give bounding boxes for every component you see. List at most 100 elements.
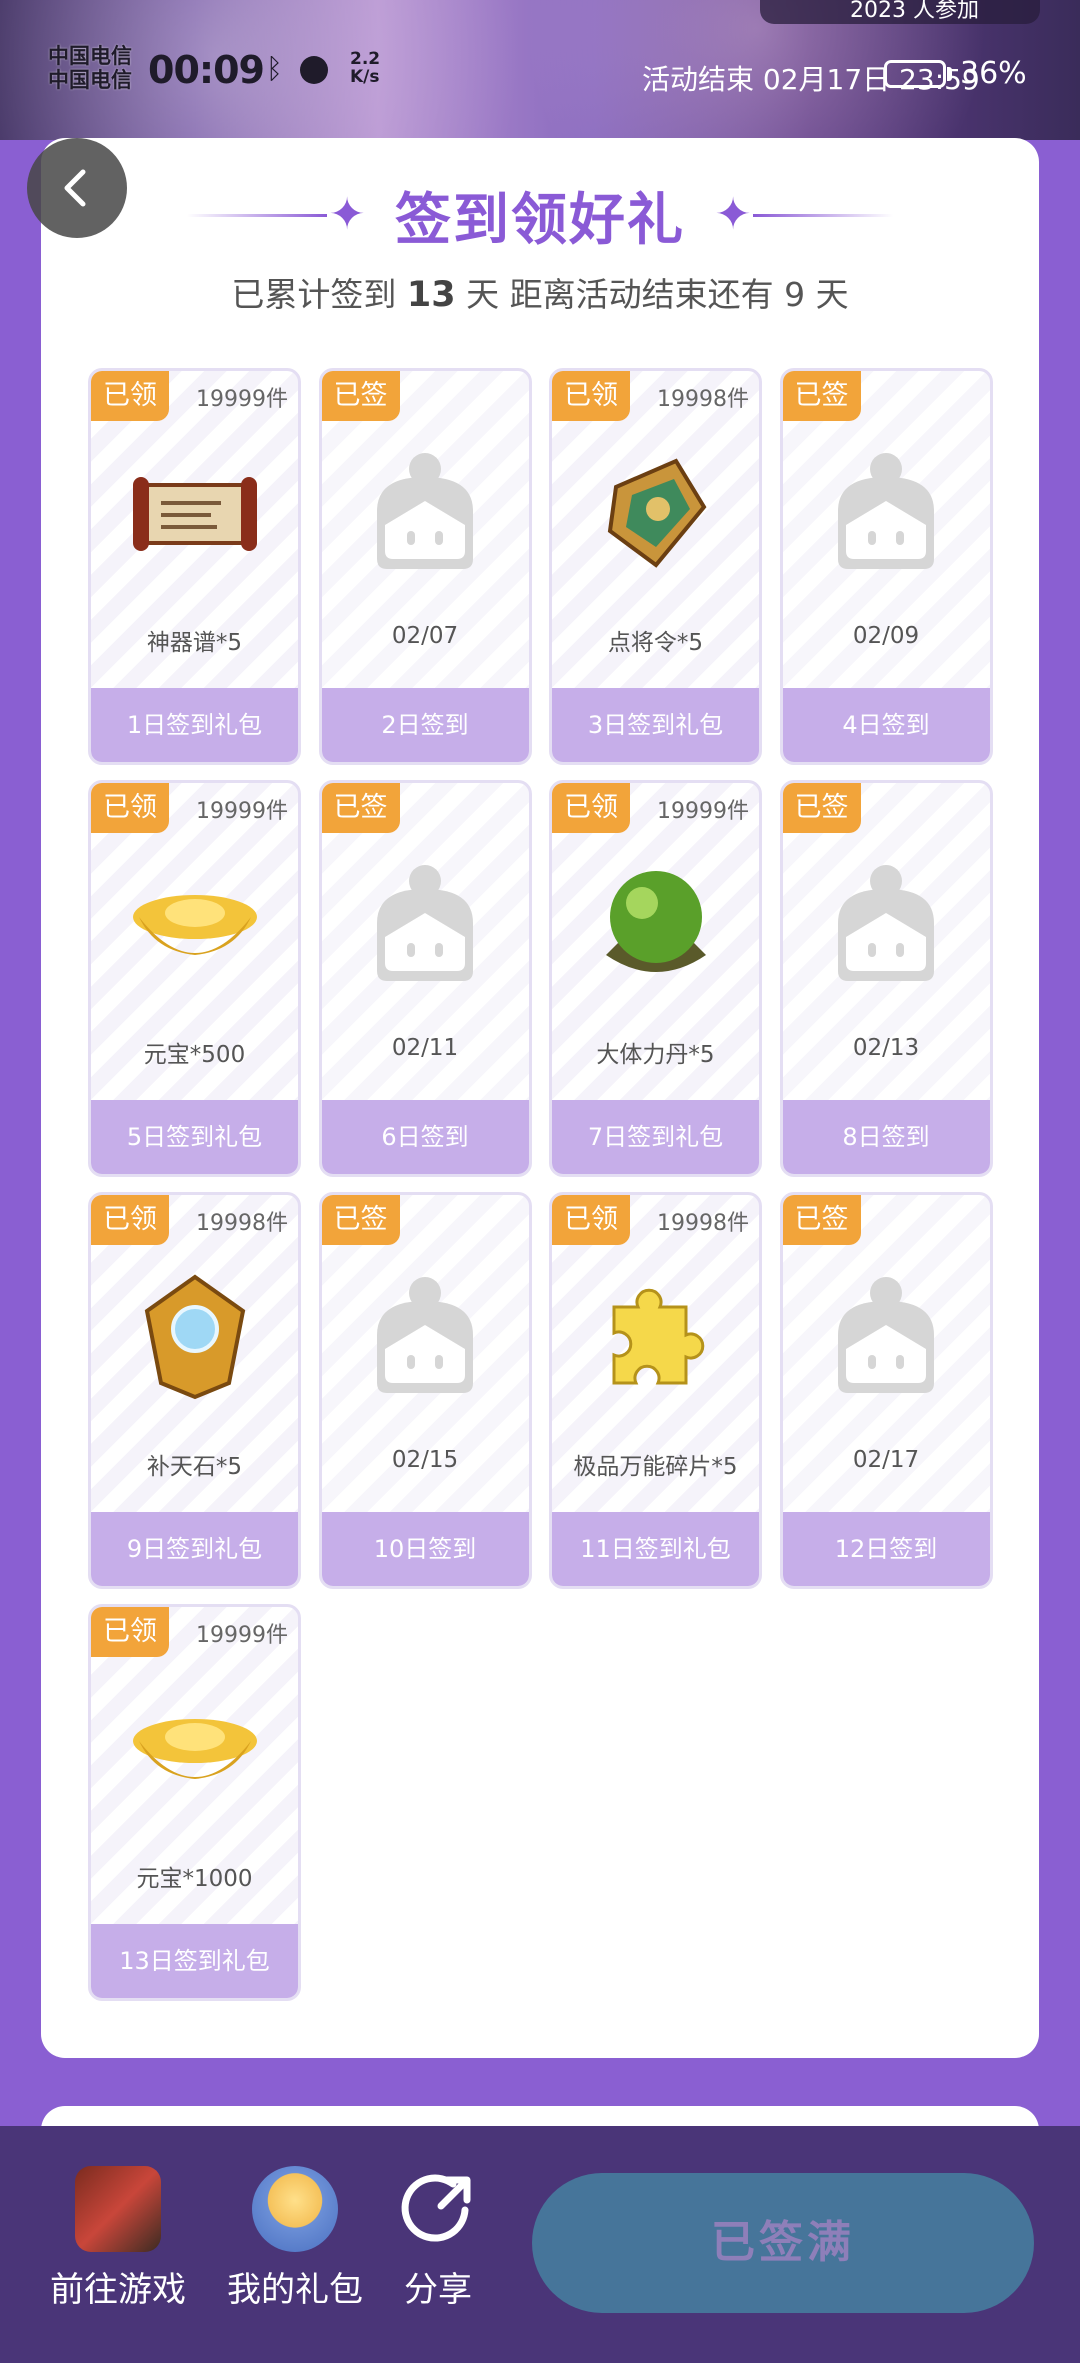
reward-card[interactable]: 已领 19999件 大体力丹*5 7日签到礼包 (549, 780, 762, 1177)
days-left: 9 (784, 275, 806, 314)
chevron-left-icon (64, 169, 86, 207)
title-deco-line-right (753, 213, 893, 217)
share-label: 分享 (404, 2270, 472, 2310)
status-tag: 已签 (321, 783, 400, 833)
participants-badge: 2023 人参加 (760, 0, 1040, 24)
reward-name: 02/13 (852, 1035, 920, 1061)
sparkle-icon: ✦ (328, 189, 366, 240)
reward-card[interactable]: 已签 02/11 6日签到 (318, 780, 532, 1177)
stock-count: 19999件 (196, 799, 288, 824)
status-tag: 已签 (321, 371, 400, 421)
status-tag: 已领 (552, 371, 630, 421)
all-signed-button[interactable]: 已签满 (532, 2173, 1034, 2313)
reward-card[interactable]: 已签 02/15 10日签到 (318, 1192, 532, 1589)
summary-mid: 天 距离活动结束还有 (466, 275, 774, 314)
reward-name: 神器谱*5 (146, 630, 243, 656)
stock-count: 19999件 (196, 387, 288, 412)
reward-day-label: 12日签到 (782, 1512, 990, 1586)
status-tag: 已领 (91, 783, 169, 833)
status-tag: 已签 (782, 1195, 861, 1245)
status-tag: 已签 (782, 783, 861, 833)
reward-name: 极品万能碎片*5 (573, 1454, 738, 1480)
signed-days: 13 (406, 275, 456, 315)
stock-count: 19998件 (657, 1211, 749, 1236)
token-icon (586, 447, 726, 577)
reward-name: 元宝*1000 (136, 1866, 253, 1892)
gold-ingot-icon (125, 859, 265, 989)
reward-name: 02/15 (391, 1447, 459, 1473)
green-orb-icon (586, 859, 726, 989)
net-speed: 2.2 K/s (350, 50, 380, 86)
placeholder-mascot-icon (816, 447, 956, 577)
status-tag: 已领 (91, 371, 169, 421)
reward-card[interactable]: 已签 02/17 12日签到 (779, 1192, 993, 1589)
reward-name: 02/09 (852, 623, 920, 649)
reward-card[interactable]: 已领 19999件元宝*500 5日签到礼包 (88, 780, 301, 1177)
title-deco-line-left (187, 213, 327, 217)
summary-suffix: 天 (815, 275, 849, 314)
reward-day-label: 11日签到礼包 (552, 1512, 759, 1586)
reward-day-label: 7日签到礼包 (552, 1100, 759, 1174)
reward-card[interactable]: 已领 19998件 点将令*5 3日签到礼包 (549, 368, 762, 765)
reward-card[interactable]: 已领 19999件神器谱*5 1日签到礼包 (88, 368, 301, 765)
gold-ingot-icon (125, 1683, 265, 1813)
battery-percent: 36% (960, 56, 1027, 91)
reward-card[interactable]: 已领 19998件 补天石*5 9日签到礼包 (88, 1192, 301, 1589)
placeholder-mascot-icon (355, 859, 495, 989)
title-row: ✦ 签到领好礼 ✦ (0, 180, 1080, 253)
share-icon (395, 2166, 481, 2252)
reward-name: 大体力丹*5 (596, 1042, 715, 1068)
my-gifts-button[interactable]: 我的礼包 (215, 2166, 375, 2311)
net-speed-value: 2.2 (350, 49, 381, 69)
reward-day-label: 13日签到礼包 (91, 1924, 298, 1998)
bluetooth-icon: ᛒ (266, 52, 283, 85)
share-button[interactable]: 分享 (358, 2166, 518, 2311)
puzzle-piece-icon (586, 1271, 726, 1401)
reward-card[interactable]: 已签 02/13 8日签到 (779, 780, 993, 1177)
reward-day-label: 6日签到 (321, 1100, 529, 1174)
gem-stone-icon (125, 1271, 265, 1401)
placeholder-mascot-icon (355, 447, 495, 577)
back-button[interactable] (27, 138, 127, 238)
reward-day-label: 2日签到 (321, 688, 529, 762)
reward-name: 补天石*5 (146, 1454, 243, 1480)
placeholder-mascot-icon (355, 1271, 495, 1401)
reward-day-label: 3日签到礼包 (552, 688, 759, 762)
battery-tip (947, 67, 952, 81)
placeholder-mascot-icon (816, 859, 956, 989)
carrier-1: 中国电信 (48, 44, 132, 68)
gift-mascot-icon (252, 2166, 338, 2252)
net-speed-unit: K/s (350, 67, 380, 87)
status-tag: 已签 (321, 1195, 400, 1245)
reward-name: 02/17 (852, 1447, 920, 1473)
reward-day-label: 4日签到 (782, 688, 990, 762)
my-gifts-label: 我的礼包 (227, 2270, 363, 2310)
placeholder-mascot-icon (816, 1271, 956, 1401)
sparkle-icon: ✦ (714, 189, 752, 240)
reward-day-label: 1日签到礼包 (91, 688, 298, 762)
status-tag: 已领 (552, 1195, 630, 1245)
reward-day-label: 8日签到 (782, 1100, 990, 1174)
reward-card[interactable]: 已领 19998件极品万能碎片*5 11日签到礼包 (549, 1192, 762, 1589)
stock-count: 19998件 (196, 1211, 288, 1236)
bottom-bar: 前往游戏 我的礼包 分享 已签满 (0, 2126, 1080, 2363)
stock-count: 19999件 (657, 799, 749, 824)
reward-card[interactable]: 已签 02/09 4日签到 (779, 368, 993, 765)
carrier-labels: 中国电信 中国电信 (48, 44, 132, 92)
stock-count: 19999件 (196, 1623, 288, 1648)
goto-game-button[interactable]: 前往游戏 (38, 2166, 198, 2311)
reward-name: 02/11 (391, 1035, 459, 1061)
reward-name: 元宝*500 (143, 1042, 246, 1068)
clock: 00:09 (148, 48, 265, 92)
summary-prefix: 已累计签到 (231, 275, 397, 314)
reward-card[interactable]: 已签 02/07 2日签到 (318, 368, 532, 765)
status-tag: 已领 (91, 1195, 169, 1245)
reward-day-label: 5日签到礼包 (91, 1100, 298, 1174)
reward-name: 02/07 (391, 623, 459, 649)
reward-card[interactable]: 已领 19999件 元宝*1000 13日签到礼包 (88, 1604, 301, 2001)
reward-day-label: 10日签到 (321, 1512, 529, 1586)
game-app-icon (75, 2166, 161, 2252)
signin-summary: 已累计签到 13 天 距离活动结束还有 9 天 (0, 268, 1080, 316)
page-title: 签到领好礼 (395, 187, 685, 253)
goto-game-label: 前往游戏 (50, 2270, 186, 2310)
